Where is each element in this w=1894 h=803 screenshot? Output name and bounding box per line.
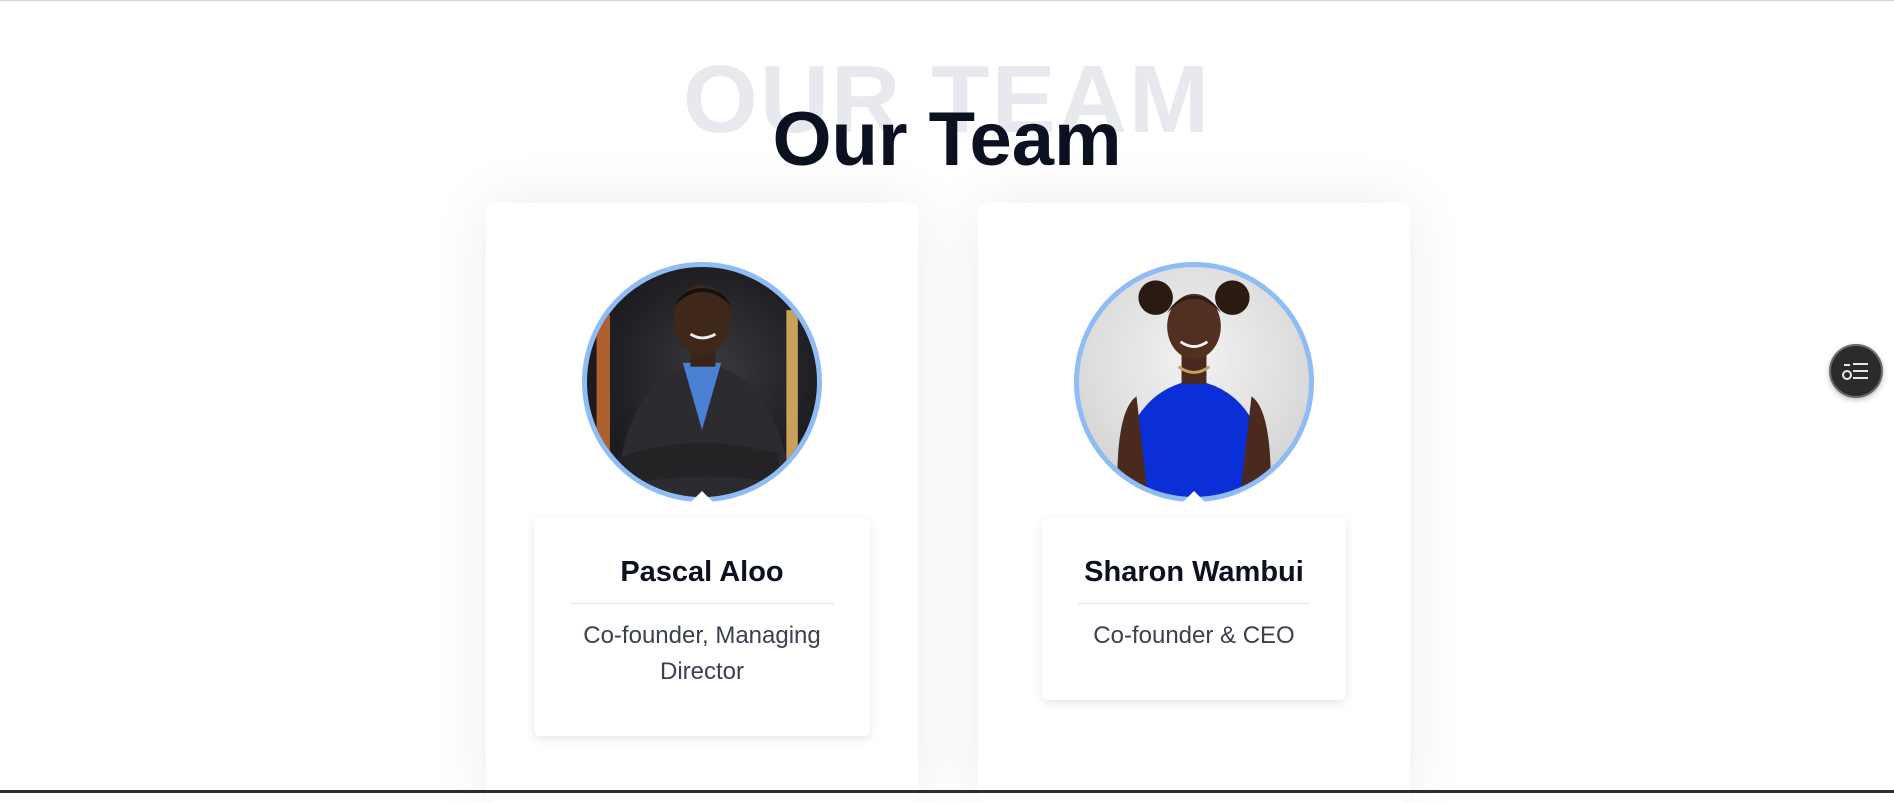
- member-role: Co-founder & CEO: [1093, 622, 1295, 649]
- avatar-pointer: [1180, 491, 1208, 505]
- list-icon: [1842, 363, 1868, 380]
- team-member-card: Pascal Aloo Co-founder, Managing Directo…: [486, 203, 918, 803]
- member-name: Sharon Wambui: [1078, 556, 1310, 604]
- top-divider: [0, 0, 1894, 1]
- member-info: Sharon Wambui Co-founder & CEO: [1042, 518, 1346, 700]
- member-role: Co-founder, Managing Director: [583, 622, 821, 685]
- avatar: [582, 262, 822, 502]
- member-name: Pascal Aloo: [570, 556, 834, 604]
- member-info: Pascal Aloo Co-founder, Managing Directo…: [534, 518, 870, 736]
- floating-menu-button[interactable]: [1829, 344, 1883, 398]
- person-photo-icon: [1117, 280, 1271, 497]
- avatar: [1074, 262, 1314, 502]
- team-member-card: Sharon Wambui Co-founder & CEO: [978, 203, 1410, 803]
- section-title: Our Team: [772, 97, 1122, 182]
- avatar-pointer: [688, 491, 716, 505]
- person-photo-icon: [596, 285, 798, 497]
